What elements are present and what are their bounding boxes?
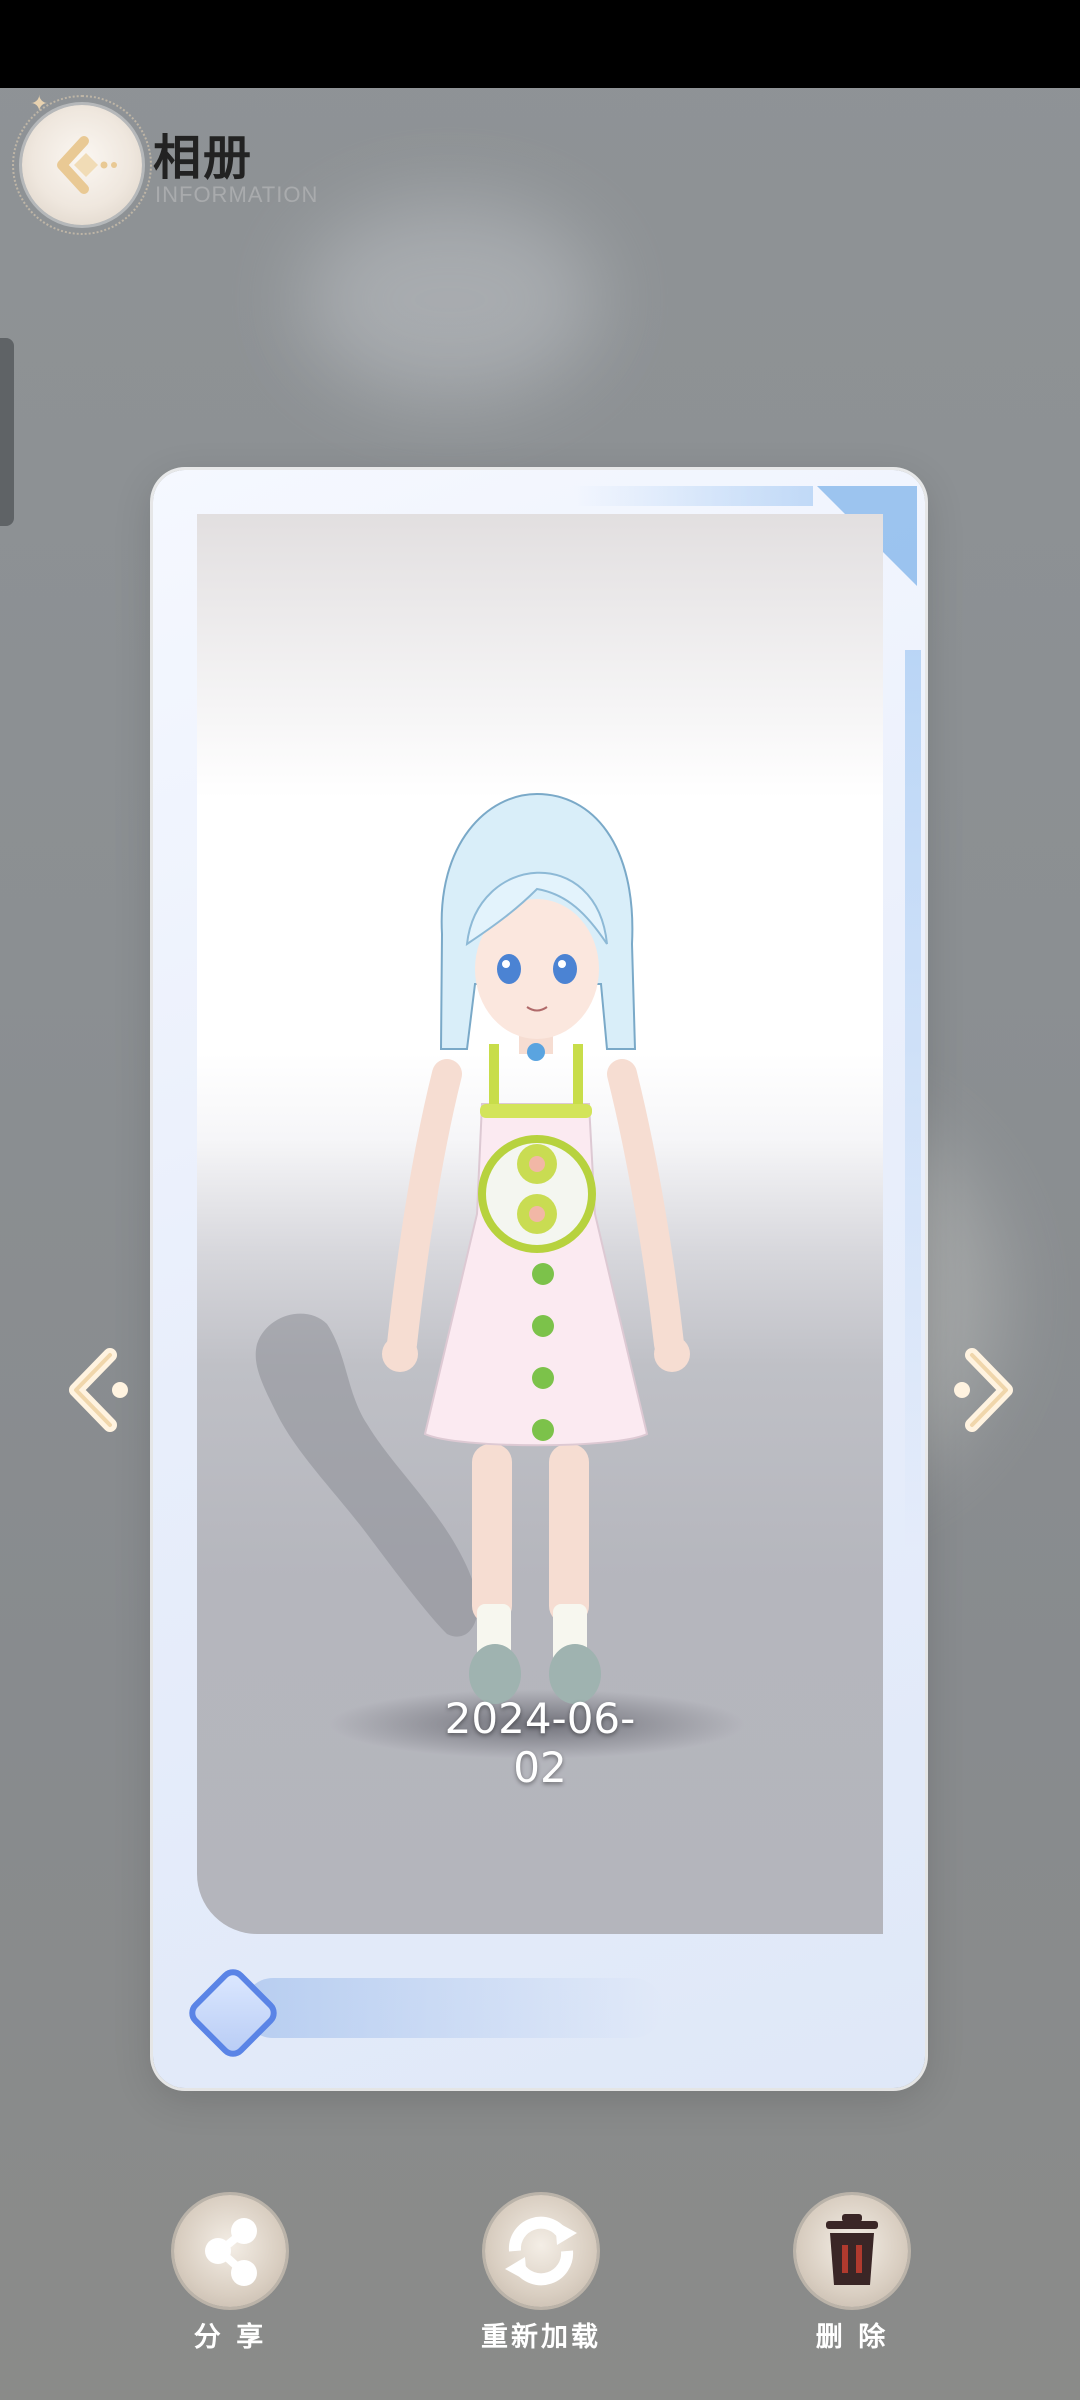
card-decoration	[573, 486, 813, 506]
card-decoration	[905, 650, 921, 1550]
share-icon-circle	[174, 2195, 286, 2307]
status-bar	[0, 0, 1080, 88]
reload-button[interactable]: 重新加载	[461, 2195, 621, 2354]
side-drawer-handle[interactable]	[0, 338, 14, 526]
page-subtitle: INFORMATION	[155, 182, 319, 207]
photo-card: 2024-06-02	[153, 470, 925, 2088]
share-button[interactable]: 分 享	[150, 2195, 310, 2354]
background-blur	[300, 200, 600, 400]
page-title: 相册	[153, 130, 254, 186]
photo-view[interactable]: 2024-06-02	[197, 514, 883, 1934]
delete-button[interactable]: 删 除	[772, 2195, 932, 2354]
trash-icon-circle	[796, 2195, 908, 2307]
card-footer-decoration	[243, 1978, 663, 2038]
back-arrow-icon	[57, 136, 117, 194]
back-button[interactable]	[12, 95, 152, 235]
reload-icon	[505, 2216, 577, 2286]
trash-icon	[826, 2214, 878, 2285]
reload-icon-circle	[485, 2195, 597, 2307]
share-icon	[205, 2218, 257, 2286]
next-photo-button[interactable]	[944, 1345, 1024, 1435]
share-label: 分 享	[193, 2322, 267, 2353]
reload-label: 重新加载	[481, 2322, 601, 2353]
photo-date: 2024-06-02	[444, 1694, 636, 1792]
delete-label: 删 除	[815, 2322, 889, 2353]
previous-photo-button[interactable]	[58, 1345, 138, 1435]
